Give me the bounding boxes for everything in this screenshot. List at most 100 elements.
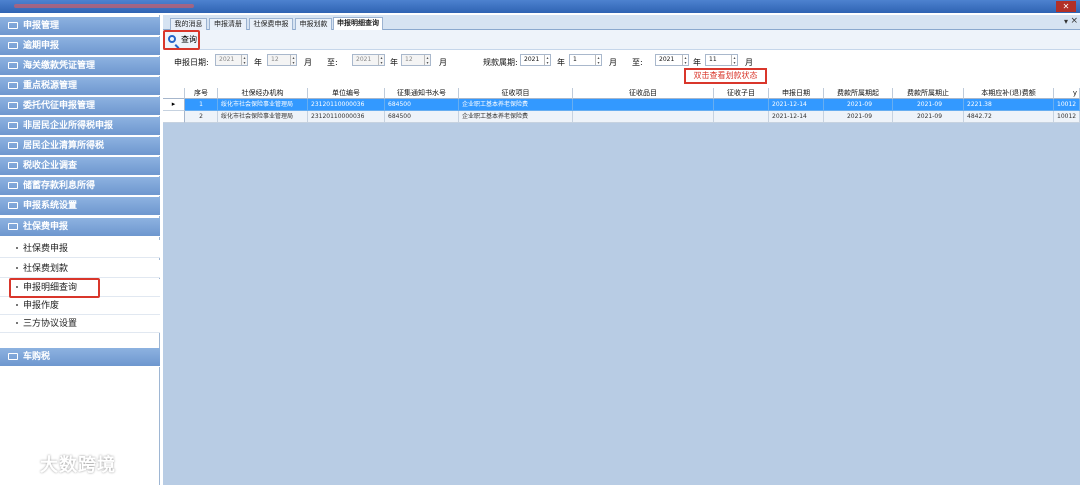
column-header[interactable]: 征收子目: [714, 88, 769, 99]
to-label: 至:: [632, 58, 643, 67]
column-header[interactable]: 社保经办机构: [218, 88, 308, 99]
highlight-box-query: [163, 30, 200, 50]
double-click-hint: 双击查看划款状态: [684, 68, 767, 84]
window-title-bar: ✕: [0, 0, 1080, 13]
table-cell[interactable]: 23120110000036: [308, 99, 385, 111]
sidebar-subitem-social-insurance-payment[interactable]: 社保费划款: [0, 260, 160, 278]
folder-icon: [8, 82, 18, 89]
tab-list-dropdown-icon[interactable]: ▾: [1064, 17, 1068, 26]
folder-icon: [8, 42, 18, 49]
spinner-icon[interactable]: ▴ ▾: [290, 55, 296, 65]
table-cell[interactable]: 2021-09: [893, 111, 964, 123]
row-selector[interactable]: [163, 111, 185, 123]
table-cell[interactable]: 684500: [385, 111, 459, 123]
column-header[interactable]: y: [1054, 88, 1080, 99]
sidebar-item-declaration-management[interactable]: 申报管理: [0, 17, 160, 36]
sidebar-item-liquidation-income-tax[interactable]: 居民企业清算所得税: [0, 137, 160, 156]
toolbar: 查询: [163, 30, 1080, 50]
column-header[interactable]: 单位编号: [308, 88, 385, 99]
column-header[interactable]: 征集通知书水号: [385, 88, 459, 99]
main-panel: 我的消息 申报清册 社保费申报 申报划款 申报明细查询 ▾ × 查询 申报日期:…: [163, 15, 1080, 485]
declare-from-month-field[interactable]: 12 ▴ ▾: [267, 54, 297, 66]
sidebar-item-entrusted-collection[interactable]: 委托代征申报管理: [0, 97, 160, 116]
column-header[interactable]: 本期应补(退)费额: [964, 88, 1054, 99]
tab-social-insurance-declare[interactable]: 社保费申报: [249, 18, 293, 30]
table-cell[interactable]: 绥化市社会保险事业管理局: [218, 111, 308, 123]
table-cell[interactable]: 684500: [385, 99, 459, 111]
filter-panel: 申报日期: 2021 ▴ ▾ 年 12 ▴ ▾ 月 至: 2021 ▴ ▾ 年 12 ▴ ▾ 月…: [163, 50, 1080, 88]
month-unit-label: 月: [609, 58, 617, 67]
table-cell[interactable]: [573, 111, 714, 123]
tab-declaration-list[interactable]: 申报清册: [209, 18, 247, 30]
sidebar-item-system-settings[interactable]: 申报系统设置: [0, 197, 160, 216]
table-cell[interactable]: 10012: [1054, 111, 1080, 123]
table-cell[interactable]: 企业职工基本养老保险费: [459, 99, 573, 111]
spinner-icon[interactable]: ▴ ▾: [544, 55, 550, 65]
sidebar-item-vehicle-purchase-tax[interactable]: 车购税: [0, 348, 160, 367]
to-label: 至:: [327, 58, 338, 67]
window-close-button[interactable]: ✕: [1056, 1, 1076, 12]
month-unit-label: 月: [745, 58, 753, 67]
column-header[interactable]: 征收品目: [573, 88, 714, 99]
spinner-icon[interactable]: ▴ ▾: [682, 55, 688, 65]
column-header[interactable]: 序号: [185, 88, 218, 99]
table-cell[interactable]: 1: [185, 99, 218, 111]
table-cell[interactable]: [573, 99, 714, 111]
folder-icon: [8, 202, 18, 209]
table-cell[interactable]: 10012: [1054, 99, 1080, 111]
column-header[interactable]: 费款所属期起: [824, 88, 893, 99]
table-cell[interactable]: [714, 99, 769, 111]
sidebar-item-overdue-declaration[interactable]: 逾期申报: [0, 37, 160, 56]
year-unit-label: 年: [254, 58, 262, 67]
period-to-year-field[interactable]: 2021 ▴ ▾: [655, 54, 689, 66]
table-cell[interactable]: 4842.72: [964, 111, 1054, 123]
table-cell[interactable]: 绥化市社会保险事业管理局: [218, 99, 308, 111]
folder-icon: [8, 142, 18, 149]
year-unit-label: 年: [390, 58, 398, 67]
spinner-icon[interactable]: ▴ ▾: [595, 55, 601, 65]
sidebar-subitem-social-insurance-declare[interactable]: 社保费申报: [0, 240, 160, 258]
table-cell[interactable]: 2: [185, 111, 218, 123]
table-cell[interactable]: 企业职工基本养老保险费: [459, 111, 573, 123]
tab-my-messages[interactable]: 我的消息: [170, 18, 207, 30]
table-cell[interactable]: 2021-09: [824, 111, 893, 123]
tab-declare-payment[interactable]: 申报划款: [295, 18, 332, 30]
sidebar-item-nonresident-income-tax[interactable]: 非居民企业所得税申报: [0, 117, 160, 136]
sidebar-item-key-tax-source[interactable]: 重点税源管理: [0, 77, 160, 96]
table-header-corner: [163, 88, 185, 99]
declare-from-year-field[interactable]: 2021 ▴ ▾: [215, 54, 248, 66]
spinner-icon[interactable]: ▴ ▾: [378, 55, 384, 65]
period-from-month-field[interactable]: 1 ▴ ▾: [569, 54, 602, 66]
sidebar-item-social-insurance[interactable]: 社保费申报: [0, 218, 160, 237]
tab-close-icon[interactable]: ×: [1070, 16, 1078, 26]
sidebar: 申报管理 逾期申报 海关缴款凭证管理 重点税源管理 委托代征申报管理 非居民企业…: [0, 15, 160, 485]
tab-detail-query[interactable]: 申报明细查询: [333, 17, 383, 30]
table-cell[interactable]: 2021-12-14: [769, 99, 824, 111]
watermark-logo-icon: [8, 458, 34, 474]
folder-icon: [8, 122, 18, 129]
sidebar-subitem-void-declaration[interactable]: 申报作废: [0, 297, 160, 315]
bullet-icon: [16, 247, 18, 249]
column-header[interactable]: 征收项目: [459, 88, 573, 99]
year-unit-label: 年: [557, 58, 565, 67]
table-cell[interactable]: 23120110000036: [308, 111, 385, 123]
column-header[interactable]: 申报日期: [769, 88, 824, 99]
column-header[interactable]: 费款所属期止: [893, 88, 964, 99]
declare-to-year-field[interactable]: 2021 ▴ ▾: [352, 54, 385, 66]
sidebar-item-tax-survey[interactable]: 税收企业调查: [0, 157, 160, 176]
spinner-icon[interactable]: ▴ ▾: [424, 55, 430, 65]
table-cell[interactable]: [714, 111, 769, 123]
table-cell[interactable]: 2021-09: [893, 99, 964, 111]
table-cell[interactable]: 2021-09: [824, 99, 893, 111]
table-cell[interactable]: 2021-12-14: [769, 111, 824, 123]
spinner-icon[interactable]: ▴ ▾: [731, 55, 737, 65]
table-cell[interactable]: 2221.38: [964, 99, 1054, 111]
period-to-month-field[interactable]: 11 ▴ ▾: [705, 54, 738, 66]
sidebar-item-savings-interest[interactable]: 储蓄存款利息所得: [0, 177, 160, 196]
sidebar-subitem-tripartite-agreement[interactable]: 三方协议设置: [0, 315, 160, 333]
row-selector-indicator[interactable]: ▸: [163, 99, 185, 111]
sidebar-item-customs-receipt[interactable]: 海关缴款凭证管理: [0, 57, 160, 76]
period-from-year-field[interactable]: 2021 ▴ ▾: [520, 54, 551, 66]
declare-to-month-field[interactable]: 12 ▴ ▾: [401, 54, 431, 66]
spinner-icon[interactable]: ▴ ▾: [241, 55, 247, 65]
